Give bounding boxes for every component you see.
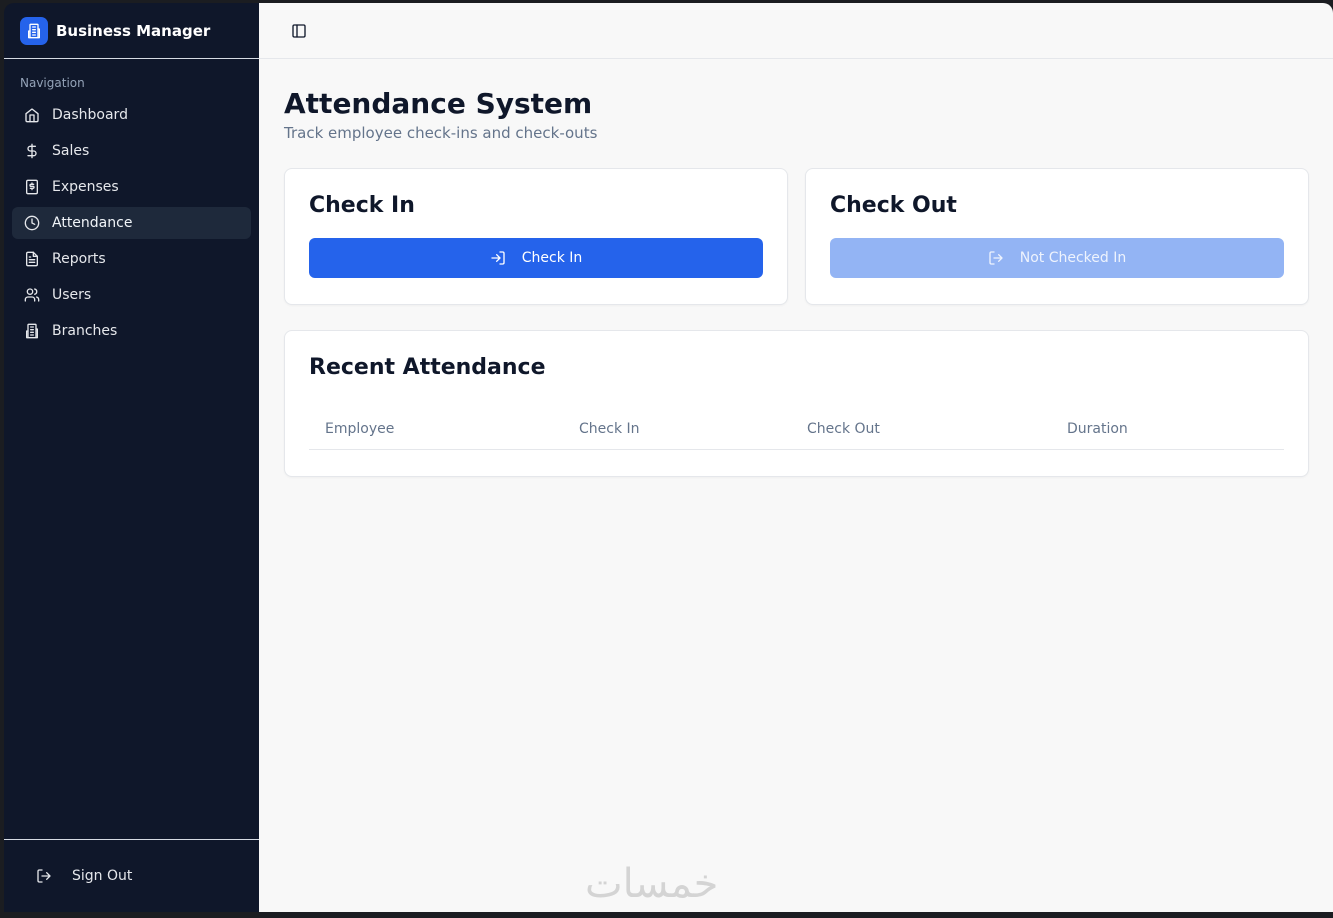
sidebar-item-label: Users	[52, 287, 92, 303]
check-out-button-label: Not Checked In	[1019, 250, 1127, 266]
page-content: Attendance System Track employee check-i…	[259, 59, 1333, 477]
sidebar-item-label: Expenses	[52, 179, 119, 195]
check-in-card-title: Check In	[309, 193, 415, 218]
sidebar-item-expenses[interactable]: Expenses	[12, 171, 251, 203]
page-subtitle: Track employee check-ins and check-outs	[284, 124, 598, 142]
sidebar-item-dashboard[interactable]: Dashboard	[12, 99, 251, 131]
receipt-icon	[24, 179, 40, 195]
sidebar-toggle-button[interactable]	[287, 19, 311, 43]
nav-heading: Navigation	[20, 76, 85, 90]
column-header-check-in: Check In	[579, 420, 640, 437]
app-title: Business Manager	[56, 21, 211, 40]
column-header-employee: Employee	[325, 420, 395, 437]
main-area: Attendance System Track employee check-i…	[259, 3, 1333, 912]
page-title: Attendance System	[284, 87, 593, 120]
sidebar-item-branches[interactable]: Branches	[12, 315, 251, 347]
column-header-duration: Duration	[1067, 420, 1128, 437]
sidebar-footer: Sign Out	[4, 839, 259, 912]
check-in-card: Check In Check In	[284, 168, 788, 305]
sidebar-item-label: Branches	[52, 323, 118, 339]
sidebar: Business Manager Navigation Dashboard Sa…	[4, 3, 259, 912]
building-icon	[24, 323, 40, 339]
logout-icon	[988, 250, 1004, 266]
file-icon	[24, 251, 40, 267]
home-icon	[24, 107, 40, 123]
brand-header: Business Manager	[4, 3, 259, 59]
sign-out-button[interactable]: Sign Out	[36, 868, 132, 884]
login-icon	[490, 250, 506, 266]
check-out-button[interactable]: Not Checked In	[830, 238, 1284, 278]
nav-list: Dashboard Sales Expenses Attendance Repo…	[4, 99, 259, 351]
check-out-card-title: Check Out	[830, 193, 957, 218]
action-cards: Check In Check In Check Out Not Checked …	[284, 168, 1309, 305]
sidebar-item-sales[interactable]: Sales	[12, 135, 251, 167]
check-in-button[interactable]: Check In	[309, 238, 763, 278]
check-out-card: Check Out Not Checked In	[805, 168, 1309, 305]
sidebar-item-label: Attendance	[52, 215, 133, 231]
recent-attendance-card: Recent Attendance Employee Check In Chec…	[284, 330, 1309, 477]
sidebar-item-label: Reports	[52, 251, 106, 267]
users-icon	[24, 287, 40, 303]
sign-out-label: Sign Out	[72, 868, 133, 884]
logout-icon	[36, 868, 52, 884]
check-in-button-label: Check In	[521, 250, 583, 266]
sidebar-item-label: Dashboard	[52, 107, 128, 123]
sidebar-item-label: Sales	[52, 143, 90, 159]
column-header-check-out: Check Out	[807, 420, 880, 437]
recent-attendance-title: Recent Attendance	[309, 355, 546, 380]
watermark: خمسات	[585, 861, 719, 907]
sidebar-item-users[interactable]: Users	[12, 279, 251, 311]
sidebar-item-attendance[interactable]: Attendance	[12, 207, 251, 239]
building-logo-icon	[20, 16, 48, 45]
topbar	[259, 3, 1333, 59]
app-window: Business Manager Navigation Dashboard Sa…	[4, 3, 1333, 912]
sidebar-item-reports[interactable]: Reports	[12, 243, 251, 275]
panel-left-icon	[292, 23, 306, 38]
clock-icon	[24, 215, 40, 231]
dollar-icon	[24, 143, 40, 159]
table-header: Employee Check In Check Out Duration	[309, 408, 1284, 450]
